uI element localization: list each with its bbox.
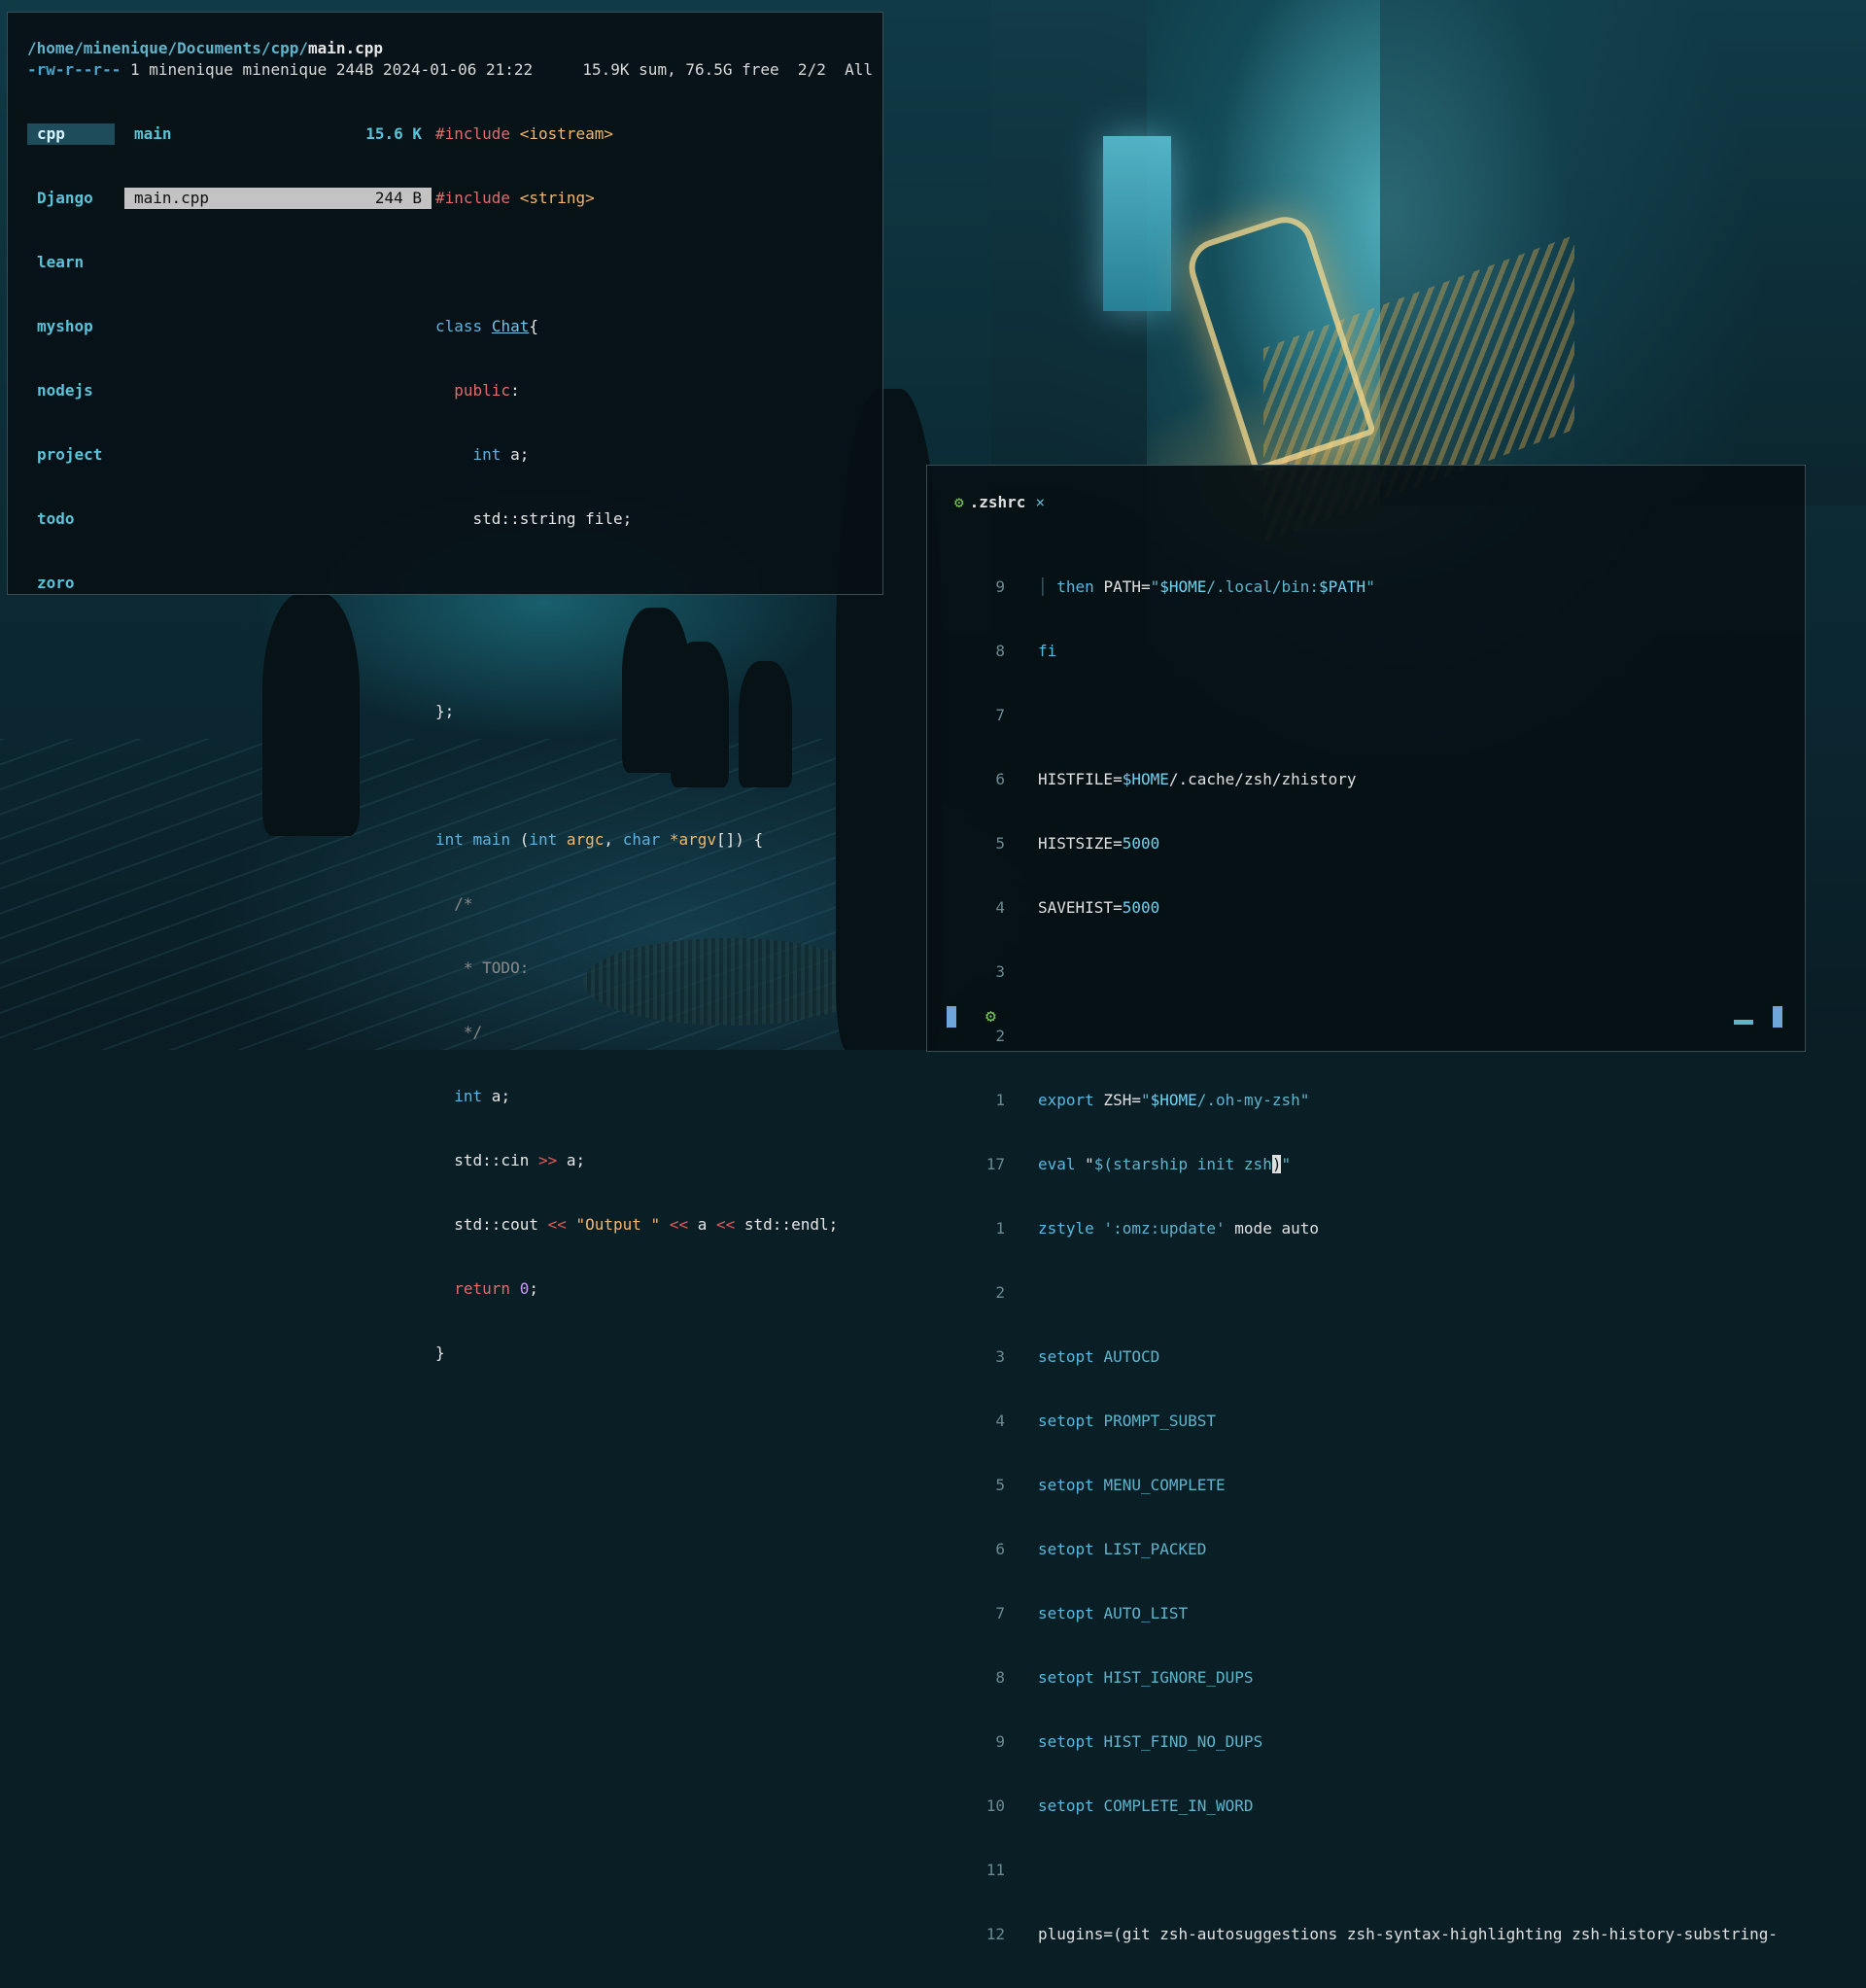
code-line: 2: [947, 1026, 1792, 1047]
code-line: 7 setopt AUTO_LIST: [947, 1603, 1792, 1624]
dir-item[interactable]: todo: [27, 508, 115, 530]
path-directory: /home/minenique/Documents/cpp/: [27, 39, 308, 57]
path-filename: main.cpp: [307, 39, 384, 57]
file-info-bar: -rw-r--r-- 1 minenique minenique 244B 20…: [27, 59, 873, 81]
gear-icon: ⚙: [985, 1006, 996, 1027]
line-number: 17: [985, 1155, 1005, 1173]
line-number: 4: [995, 898, 1005, 917]
statusline-end-indicator: [1773, 1006, 1782, 1028]
line-number: 7: [995, 706, 1005, 724]
editor-buffer[interactable]: 9 │ then PATH="$HOME/.local/bin:$PATH" 8f…: [947, 534, 1792, 1988]
code-line: 3: [947, 961, 1792, 983]
file-size: 244 B: [374, 189, 422, 207]
line-number: 9: [995, 577, 1005, 596]
file-name: main.cpp: [134, 189, 210, 207]
code-line: 1 export ZSH="$HOME/.oh-my-zsh": [947, 1090, 1792, 1111]
line-number: 8: [995, 1668, 1005, 1687]
code-line: 1 zstyle ':omz:update' mode auto: [947, 1218, 1792, 1239]
statusline-progress-indicator: [1734, 1020, 1753, 1025]
file-item-selected[interactable]: main.cpp 244 B: [124, 188, 432, 209]
dir-item[interactable]: nodejs: [27, 380, 115, 401]
line-number: 10: [985, 1796, 1005, 1815]
gear-icon: ⚙: [954, 493, 964, 511]
parent-directory-column: cpp Django learn myshop nodejs project t…: [27, 81, 115, 637]
dir-item[interactable]: Django: [27, 188, 115, 209]
code-line: 12 plugins=(git zsh-autosuggestions zsh-s…: [947, 1924, 1792, 1945]
file-preview: #include <iostream> #include <string> cl…: [435, 124, 839, 1362]
file-size: 15.6 K: [365, 124, 422, 143]
line-number: 1: [995, 1219, 1005, 1238]
ranger-terminal-window[interactable]: /home/minenique/Documents/cpp/main.cpp -…: [7, 12, 883, 1362]
dir-item[interactable]: zoro: [27, 573, 115, 594]
code-line: 8 fi: [947, 641, 1792, 662]
line-number: 12: [985, 1925, 1005, 1943]
dir-item[interactable]: project: [27, 444, 115, 466]
wallpaper-neon-sign: [1103, 136, 1171, 311]
line-number: 3: [995, 1347, 1005, 1366]
line-number: 2: [995, 1283, 1005, 1302]
line-number: 2: [995, 1027, 1005, 1045]
line-number: 4: [995, 1412, 1005, 1430]
dir-item[interactable]: learn: [27, 252, 115, 273]
code-line: 9 setopt HIST_FIND_NO_DUPS: [947, 1731, 1792, 1753]
code-line: 4 SAVEHIST=5000: [947, 897, 1792, 919]
line-number: 9: [995, 1732, 1005, 1751]
code-line: 6 setopt LIST_PACKED: [947, 1539, 1792, 1560]
code-line: 4 setopt PROMPT_SUBST: [947, 1411, 1792, 1432]
dir-item[interactable]: cpp: [27, 123, 115, 145]
code-line: 9 │ then PATH="$HOME/.local/bin:$PATH": [947, 576, 1792, 598]
line-number: 7: [995, 1604, 1005, 1622]
dir-item[interactable]: myshop: [27, 316, 115, 337]
disk-usage-info: 15.9K sum, 76.5G free 2/2 All: [582, 60, 873, 79]
line-number: 5: [995, 834, 1005, 853]
code-line-current: 17 eval "$(starship init zsh)": [947, 1154, 1792, 1175]
line-number: 11: [985, 1861, 1005, 1879]
text-cursor: ): [1271, 1155, 1282, 1173]
code-line: 2: [947, 1282, 1792, 1304]
line-number: 5: [995, 1476, 1005, 1494]
file-name: main: [134, 124, 172, 143]
line-number: 3: [995, 962, 1005, 981]
neovim-terminal-window[interactable]: ⚙ .zshrc × 9 │ then PATH="$HOME/.local/bin:…: [926, 465, 1806, 1943]
line-number: 1: [995, 1091, 1005, 1109]
file-item[interactable]: main 15.6 K: [124, 123, 432, 145]
file-metadata: 1 minenique minenique 244B 2024-01-06 21…: [121, 60, 534, 79]
wallpaper-person: [262, 593, 360, 836]
code-line: 5 setopt MENU_COMPLETE: [947, 1475, 1792, 1496]
line-number: 6: [995, 770, 1005, 788]
code-line: 10 setopt COMPLETE_IN_WORD: [947, 1796, 1792, 1817]
current-directory-column: main 15.6 K main.cpp 244 B: [124, 81, 432, 252]
statusline-mode-indicator: [947, 1006, 956, 1028]
file-permissions: -rw-r--r--: [27, 60, 121, 79]
current-path: /home/minenique/Documents/cpp/main.cpp: [27, 38, 383, 59]
code-line: 11: [947, 1860, 1792, 1881]
code-line: 5 HISTSIZE=5000: [947, 833, 1792, 854]
code-line: 8 setopt HIST_IGNORE_DUPS: [947, 1667, 1792, 1689]
code-line: 3 setopt AUTOCD: [947, 1346, 1792, 1368]
line-number: 8: [995, 642, 1005, 660]
code-line: 7: [947, 705, 1792, 726]
code-line: 6 HISTFILE=$HOME/.cache/zsh/zhistory: [947, 769, 1792, 790]
tab-zshrc[interactable]: ⚙ .zshrc ×: [954, 493, 1045, 511]
close-icon[interactable]: ×: [1035, 493, 1045, 511]
tab-label: .zshrc: [969, 493, 1026, 511]
line-number: 6: [995, 1540, 1005, 1558]
